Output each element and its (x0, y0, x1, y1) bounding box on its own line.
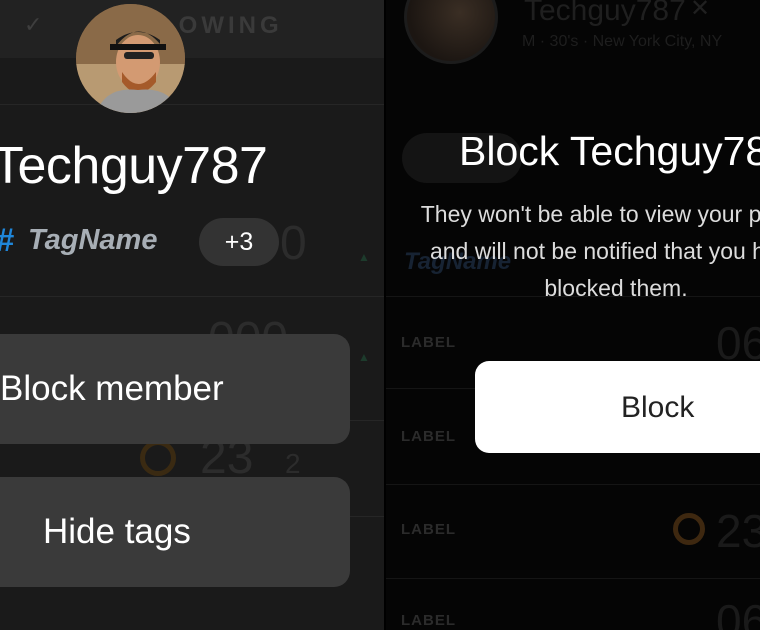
profile-action-sheet-panel: ✓ FOLLOWING 0 000 23 2 ▲ ▲ Techguy787 # … (0, 0, 386, 630)
check-icon: ✓ (24, 12, 43, 37)
hide-tags-button[interactable]: Hide tags (0, 477, 350, 587)
row-divider (386, 484, 760, 485)
block-confirm-button[interactable]: Block (475, 361, 760, 453)
block-dialog-title: Block Techguy787? (459, 128, 760, 174)
faded-stat: 0 (280, 217, 307, 270)
trend-up-icon: ▲ (358, 350, 370, 364)
header-meta-dimmed: M · 30's · New York City, NY (522, 33, 723, 50)
block-member-label: Block member (0, 369, 224, 408)
row-label: LABEL (401, 428, 456, 445)
row-value: 06 (716, 595, 760, 630)
row-divider (386, 578, 760, 579)
trend-up-icon: ▲ (358, 250, 370, 264)
hashtag-icon: # (0, 222, 14, 259)
header-username-dimmed: Techguy787 (524, 0, 686, 27)
tag-name[interactable]: TagName (28, 224, 157, 257)
block-member-button[interactable]: Block member (0, 334, 350, 444)
block-dialog-message: They won't be able to view your profile … (420, 201, 760, 301)
progress-ring-icon (140, 440, 176, 476)
avatar (76, 4, 185, 113)
row-label: LABEL (401, 612, 456, 629)
row-label: LABEL (401, 521, 456, 538)
divider (0, 296, 386, 297)
faded-stat: 2 (285, 448, 301, 479)
block-confirm-panel: Techguy787 M · 30's · New York City, NY … (386, 0, 760, 630)
hide-tags-label: Hide tags (43, 512, 191, 551)
row-value: 23 (716, 505, 760, 557)
row-label: LABEL (401, 334, 456, 351)
close-icon: ✕ (690, 0, 711, 22)
avatar-dimmed (404, 0, 498, 64)
divider (0, 104, 386, 105)
block-confirm-label: Block (621, 391, 695, 424)
user-avatar-icon (76, 4, 185, 113)
profile-username: Techguy787 (0, 137, 268, 195)
following-bar-dimmed: ✓ FOLLOWING (0, 0, 386, 58)
more-tags-pill[interactable]: +3 (199, 218, 279, 266)
progress-ring-icon (673, 513, 705, 545)
